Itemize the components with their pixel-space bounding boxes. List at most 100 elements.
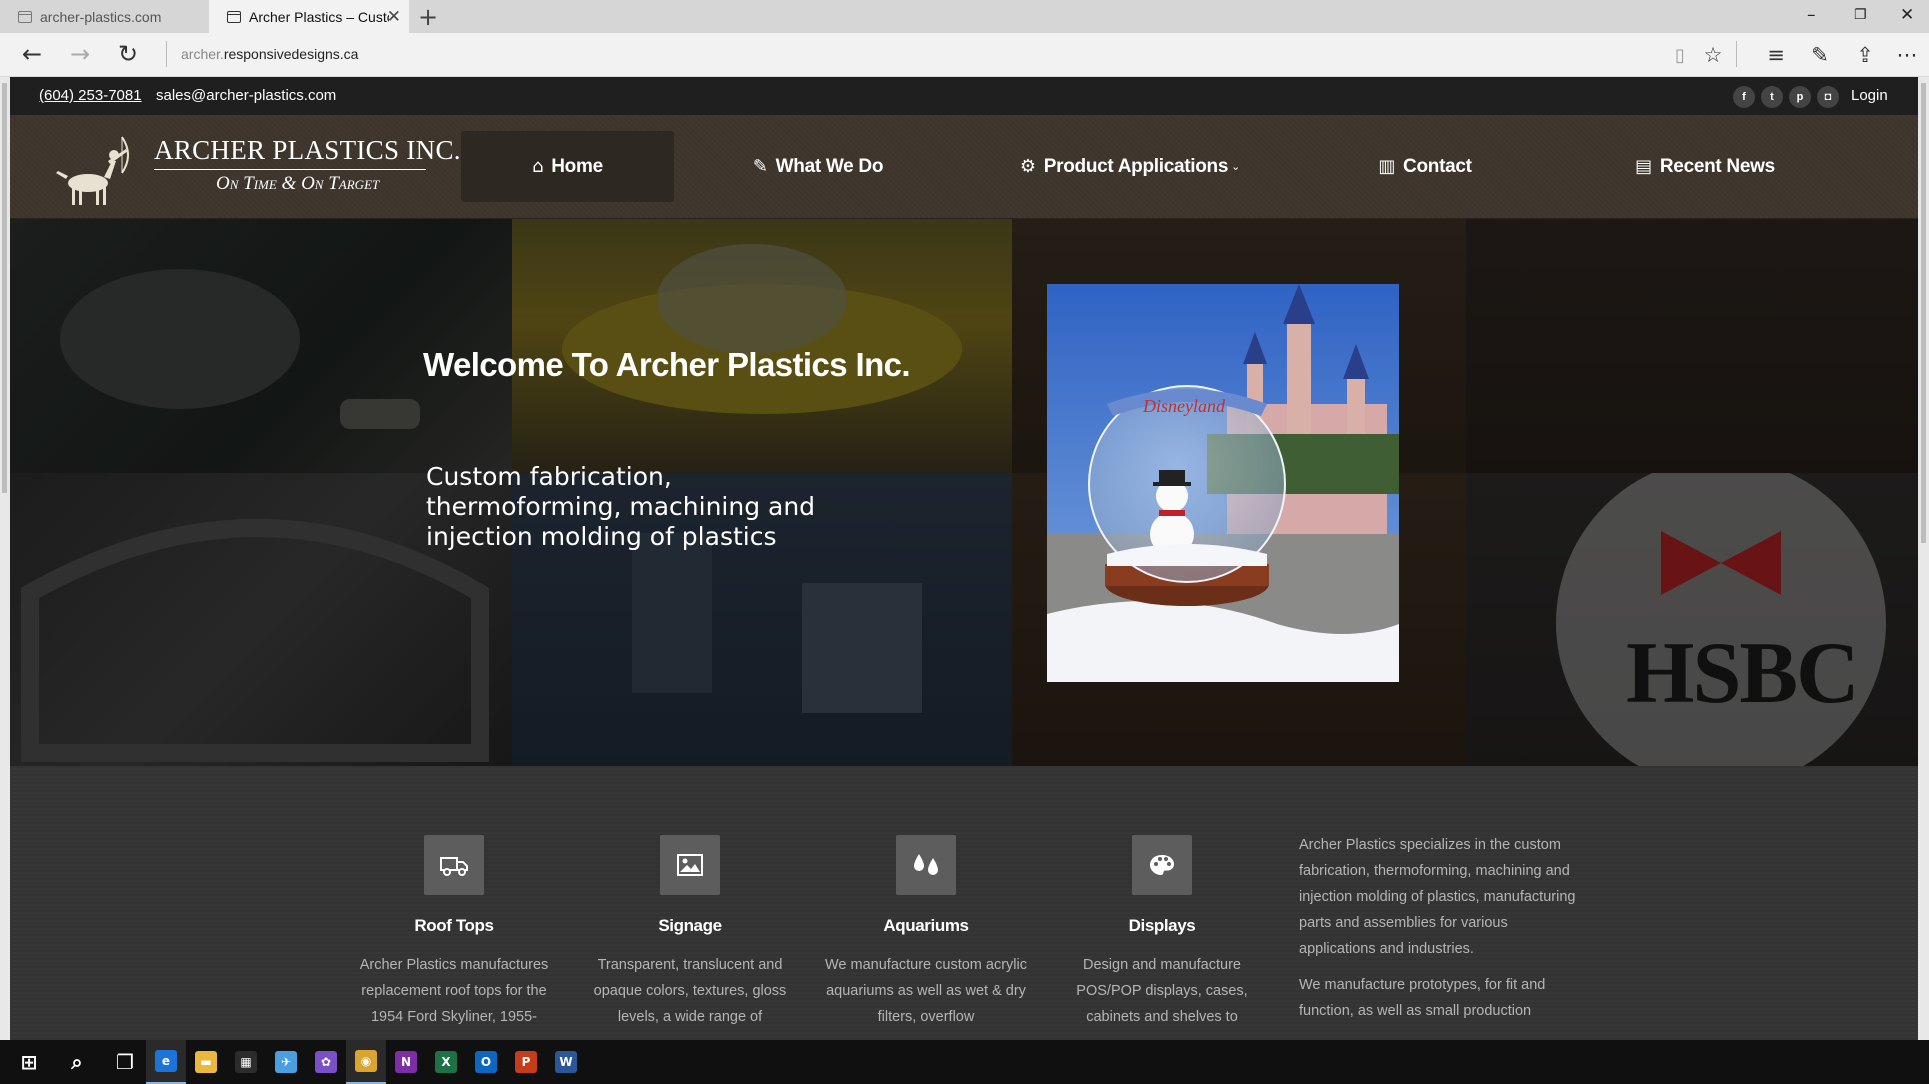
new-tab-icon[interactable]: + <box>418 3 438 31</box>
url-prefix: archer. <box>181 46 224 62</box>
forward-arrow-icon[interactable]: → <box>65 39 95 69</box>
pinterest-icon[interactable]: p <box>1789 86 1811 108</box>
reading-view-icon[interactable]: ▯ <box>1666 41 1694 69</box>
page-scrollbar[interactable] <box>1918 77 1929 1040</box>
site-logo[interactable]: ARCHER PLASTICS INC. On Time & On Target <box>52 129 460 209</box>
more-icon[interactable]: ⋯ <box>1893 41 1921 69</box>
hero-overlay <box>10 219 1918 766</box>
search-icon-glyph: ⌕ <box>66 1050 88 1074</box>
about-text: Archer Plastics specializes in the custo… <box>1299 832 1584 1034</box>
tab-title: archer-plastics.com <box>40 8 162 25</box>
task-view-icon[interactable]: ❐ <box>105 1040 145 1084</box>
email-link[interactable]: sales@archer-plastics.com <box>156 87 336 104</box>
hub-icon[interactable]: ≡ <box>1762 41 1790 69</box>
browser-tab-bar: archer-plastics.com Archer Plastics – Cu… <box>0 0 1929 33</box>
edge-icon[interactable]: e <box>146 1040 186 1084</box>
web-note-icon[interactable]: ✎ <box>1806 41 1834 69</box>
disneyland-sign: Disneyland <box>1142 396 1226 416</box>
logo-tagline: On Time & On Target <box>216 173 380 194</box>
powerpoint-icon[interactable]: P <box>506 1040 546 1084</box>
restore-icon[interactable]: ❐ <box>1854 7 1867 23</box>
edit-icon: ✎ <box>752 156 768 177</box>
toolbar-separator <box>1736 41 1737 67</box>
services-section: Roof Tops Archer Plastics manufactures r… <box>10 766 1918 1040</box>
snow-globe-photo: Disneyland <box>1047 284 1399 682</box>
chevron-down-icon: ⌄ <box>1231 161 1241 173</box>
page-viewport: (604) 253-7081 sales@archer-plastics.com… <box>10 77 1918 1040</box>
word-icon-glyph: W <box>555 1051 577 1073</box>
outlook-icon-glyph: O <box>475 1051 497 1073</box>
truck-icon <box>424 835 484 895</box>
service-title: Roof Tops <box>414 916 494 935</box>
browser-tab-archer-plastics[interactable]: archer-plastics.com <box>0 0 209 33</box>
site-header: ARCHER PLASTICS INC. On Time & On Target… <box>10 115 1918 219</box>
phone-link[interactable]: (604) 253-7081 <box>39 87 142 104</box>
chrome-icon-glyph: ◉ <box>355 1050 377 1072</box>
hero-subtitle: Custom fabrication, thermoforming, machi… <box>426 462 816 551</box>
word-icon[interactable]: W <box>546 1040 586 1084</box>
url-domain: responsivedesigns.ca <box>223 46 359 62</box>
nav-label: What We Do <box>775 155 884 177</box>
star-icon[interactable]: ☆ <box>1699 41 1727 69</box>
store-icon-glyph: ▦ <box>235 1051 257 1073</box>
page-icon <box>227 10 241 23</box>
photos-icon[interactable]: ✿ <box>306 1040 346 1084</box>
instagram-icon[interactable]: ◘ <box>1817 86 1839 108</box>
about-paragraph: Archer Plastics specializes in the custo… <box>1299 837 1576 957</box>
service-title: Signage <box>658 916 722 935</box>
chrome-icon[interactable]: ◉ <box>346 1040 386 1084</box>
windows-taskbar: ⊞ ⌕ ❐ e ▬ ▦ ✈ ✿ ◉ N X O P W <box>0 1040 1929 1084</box>
logo-divider <box>154 169 426 170</box>
file-explorer-icon[interactable]: ▬ <box>186 1040 226 1084</box>
pen-app-icon[interactable]: ✈ <box>266 1040 306 1084</box>
nav-label: Product Applications <box>1043 155 1229 177</box>
task-view-icon-glyph: ❐ <box>114 1050 136 1074</box>
nav-recent-news[interactable]: ▤ Recent News <box>1610 131 1800 202</box>
service-title: Displays <box>1128 916 1196 935</box>
close-window-icon[interactable]: ✕ <box>1900 5 1914 25</box>
gear-icon: ⚙ <box>1019 156 1036 177</box>
onenote-icon[interactable]: N <box>386 1040 426 1084</box>
facebook-icon[interactable]: f <box>1733 86 1755 108</box>
browser-tab-active[interactable]: Archer Plastics – Custom ✕ <box>209 0 409 33</box>
service-description: Transparent, translucent and opaque colo… <box>593 957 787 1025</box>
edge-icon-glyph: e <box>155 1050 177 1072</box>
nav-what-we-do[interactable]: ✎ What We Do <box>728 131 908 202</box>
nav-home[interactable]: ⌂ Home <box>461 131 674 202</box>
nav-contact[interactable]: ▥ Contact <box>1350 131 1500 202</box>
minimize-icon[interactable]: – <box>1807 5 1816 25</box>
image-icon <box>660 835 720 895</box>
close-tab-icon[interactable]: ✕ <box>387 7 401 27</box>
snow-globe-illustration: Disneyland <box>1047 284 1399 682</box>
onenote-icon-glyph: N <box>395 1051 417 1073</box>
tab-title: Archer Plastics – Custom <box>249 8 389 25</box>
photos-icon-glyph: ✿ <box>315 1051 337 1073</box>
url-field[interactable]: archer.responsivedesigns.ca <box>181 46 358 62</box>
service-description: Archer Plastics manufactures replacement… <box>359 957 549 1025</box>
start-icon[interactable]: ⊞ <box>9 1040 49 1084</box>
hero-banner: HSBC Welcome To Archer Plastics Inc. Cus… <box>10 219 1918 766</box>
about-paragraph: We manufacture prototypes, for fit and f… <box>1299 977 1546 1019</box>
twitter-icon[interactable]: t <box>1761 86 1783 108</box>
map-icon: ▥ <box>1378 156 1396 177</box>
share-icon[interactable]: ⇪ <box>1851 41 1879 69</box>
left-scrollbar[interactable] <box>0 77 10 1040</box>
excel-icon[interactable]: X <box>426 1040 466 1084</box>
refresh-icon[interactable]: ↻ <box>113 39 143 69</box>
login-link[interactable]: Login <box>1851 87 1888 104</box>
pen-app-icon-glyph: ✈ <box>275 1051 297 1073</box>
nav-label: Recent News <box>1659 155 1775 177</box>
nav-product-applications[interactable]: ⚙ Product Applications ⌄ <box>1010 131 1250 202</box>
palette-icon <box>1132 835 1192 895</box>
service-description: We manufacture custom acrylic aquariums … <box>825 957 1027 1025</box>
hero-title: Welcome To Archer Plastics Inc. <box>423 346 911 383</box>
outlook-icon[interactable]: O <box>466 1040 506 1084</box>
back-arrow-icon[interactable]: ← <box>17 39 47 69</box>
nav-label: Contact <box>1403 155 1472 177</box>
start-icon-glyph: ⊞ <box>18 1050 40 1074</box>
excel-icon-glyph: X <box>435 1051 457 1073</box>
address-bar: ← → ↻ archer.responsivedesigns.ca ▯ ☆ ≡ … <box>0 33 1929 77</box>
store-icon[interactable]: ▦ <box>226 1040 266 1084</box>
service-description: Design and manufacture POS/POP displays,… <box>1076 957 1248 1025</box>
search-icon[interactable]: ⌕ <box>57 1040 97 1084</box>
